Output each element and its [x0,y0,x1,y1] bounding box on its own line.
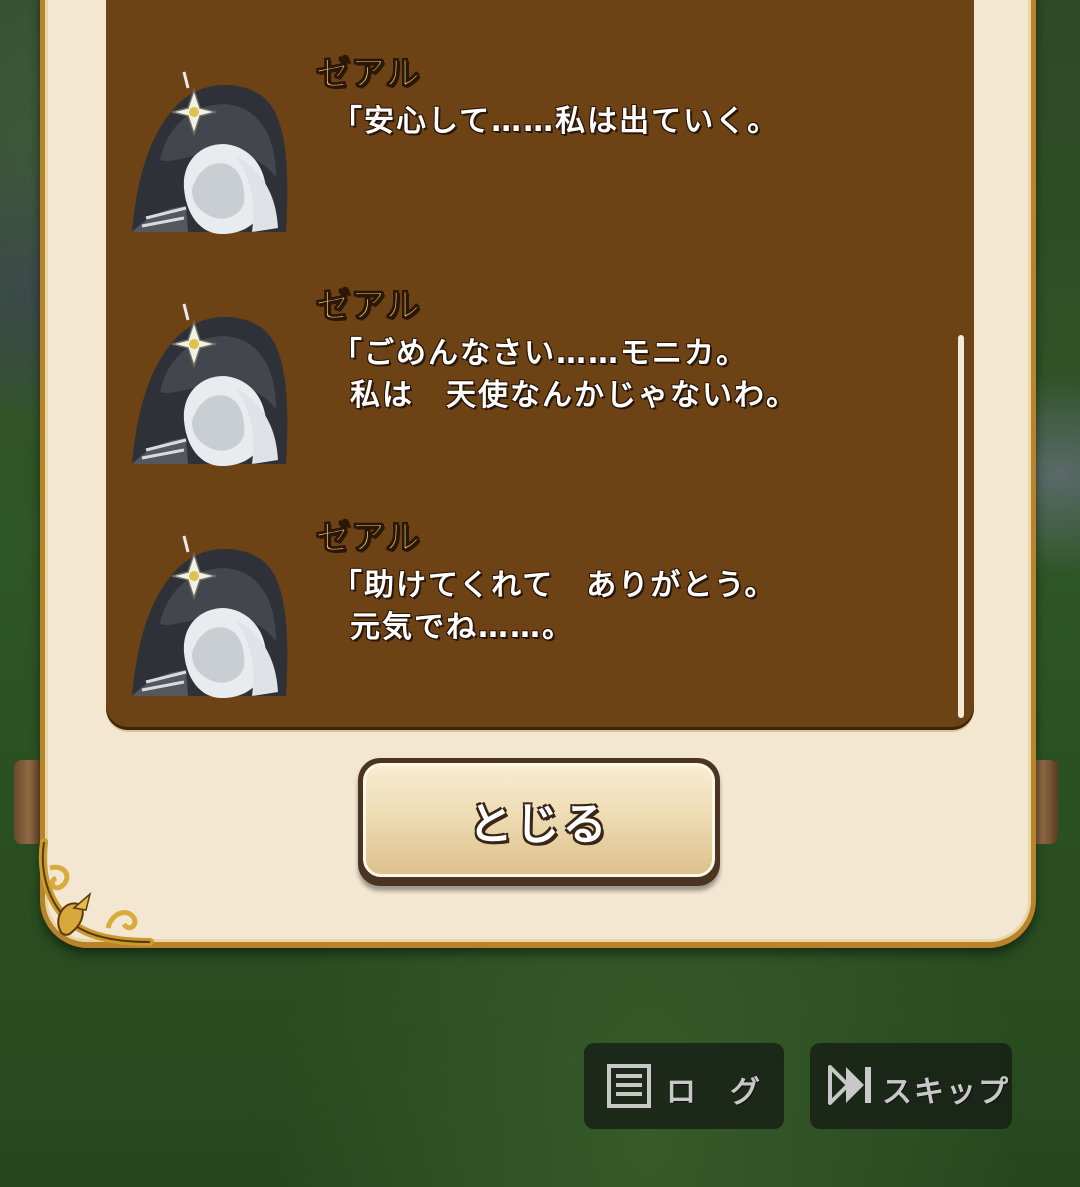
dialog-line: 元気でね……。 [350,610,574,645]
zeal-portrait [132,303,288,466]
speaker-name: ゼアル [316,54,421,95]
close-button-label: とじる [468,799,610,850]
zeal-portrait [132,71,288,234]
log-button[interactable]: ロ グ [584,1043,784,1129]
dialog-line: 「安心して……私は出ていく。 [332,104,780,139]
speaker-name: ゼアル [316,518,421,559]
corner-ornament-icon [38,838,154,946]
speaker-name: ゼアル [316,286,421,327]
fast-forward-icon [828,1065,871,1105]
dialog-line: 私は 天使なんかじゃないわ。 [350,378,798,413]
log-button-label: ロ グ [666,1075,762,1110]
log-entry: ゼアル 「助けてくれて ありがとう。 元気でね……。 [120,512,940,698]
close-button[interactable]: とじる [358,758,720,886]
log-entry: ゼアル 「安心して……私は出ていく。 [120,48,940,234]
log-scrollbar[interactable] [958,335,964,718]
dialog-line: 「助けてくれて ありがとう。 [332,568,777,603]
log-entry: ゼアル 「ごめんなさい……モニカ。 私は 天使なんかじゃないわ。 [120,280,940,466]
log-list-icon [607,1064,651,1108]
zeal-portrait [132,535,288,698]
skip-button[interactable]: スキップ [810,1043,1012,1129]
dialog-line: 「ごめんなさい……モニカ。 [332,336,748,371]
skip-button-label: スキップ [882,1075,1010,1110]
